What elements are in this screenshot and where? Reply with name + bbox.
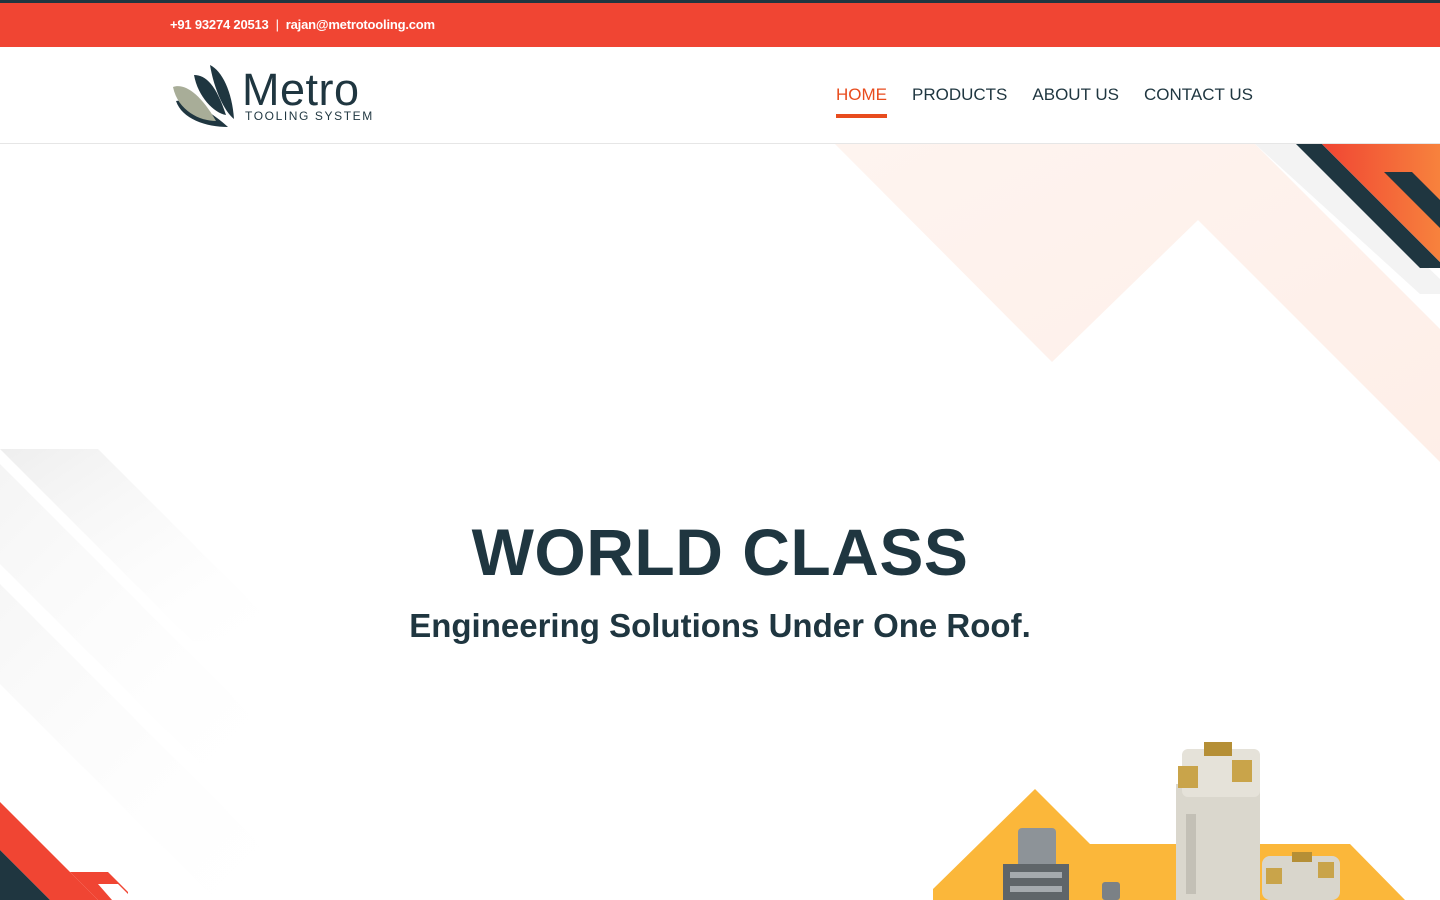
site-header: Metro TOOLING SYSTEM HOME PRODUCTS ABOUT… <box>0 47 1440 144</box>
main-navigation: HOME PRODUCTS ABOUT US CONTACT US <box>836 85 1253 118</box>
phone-number[interactable]: +91 93274 20513 <box>170 17 269 32</box>
hero-title: WORLD CLASS <box>471 515 969 589</box>
nav-item-about-us[interactable]: ABOUT US <box>1032 85 1119 105</box>
nav-item-contact-us[interactable]: CONTACT US <box>1144 85 1253 105</box>
logo-tagline: TOOLING SYSTEM <box>245 109 374 123</box>
contact-separator: | <box>275 17 279 32</box>
metro-swoosh-icon <box>173 65 234 127</box>
email-link[interactable]: rajan@metrotooling.com <box>286 17 435 32</box>
nav-item-products[interactable]: PRODUCTS <box>912 85 1007 105</box>
top-contact-bar: +91 93274 20513 | rajan@metrotooling.com <box>0 0 1440 47</box>
nav-item-home[interactable]: HOME <box>836 85 887 118</box>
hero-subtitle: Engineering Solutions Under One Roof. <box>409 607 1031 644</box>
hero-section: WORLD CLASS Engineering Solutions Under … <box>0 144 1440 900</box>
logo-brand-name: Metro <box>242 64 360 115</box>
contact-info: +91 93274 20513 | rajan@metrotooling.com <box>170 17 435 32</box>
site-logo[interactable]: Metro TOOLING SYSTEM <box>170 63 390 129</box>
